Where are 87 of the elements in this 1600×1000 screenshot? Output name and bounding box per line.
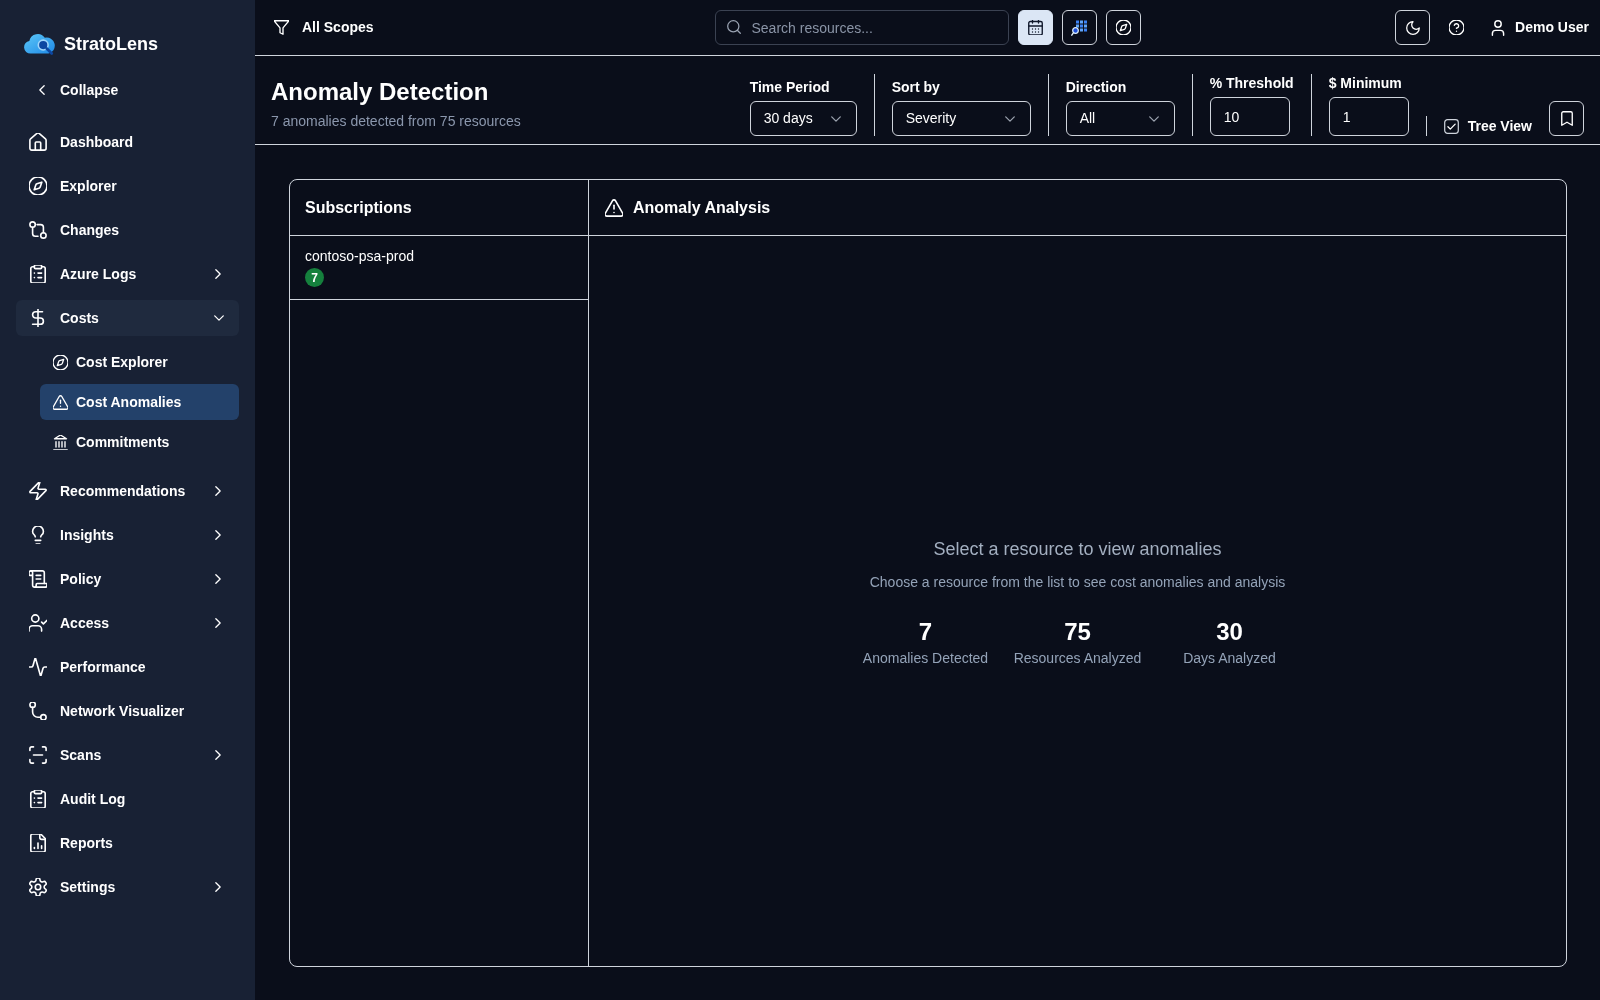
sidebar-item[interactable]: Settings (16, 869, 239, 905)
sidebar-item[interactable]: Changes (16, 212, 239, 248)
user-check-icon (29, 614, 47, 632)
scan-icon (29, 746, 47, 764)
field-label: % Threshold (1209, 74, 1294, 93)
grid-search-icon (1071, 19, 1087, 36)
sidebar-subitem[interactable]: Commitments (40, 424, 239, 460)
compass-icon (29, 177, 47, 195)
lightning-icon (29, 482, 47, 500)
chevron-down-icon (1004, 115, 1015, 122)
field-label: Sort by (891, 78, 941, 97)
subscription-item[interactable]: contoso-psa-prod 7 (290, 236, 588, 300)
stat-label: Days Analyzed (1183, 648, 1276, 668)
sidebar-item[interactable]: Insights (16, 517, 239, 553)
sidebar-item[interactable]: Performance (16, 649, 239, 685)
collapse-button[interactable]: Collapse (16, 72, 131, 108)
warning-icon (53, 394, 68, 410)
dropdown[interactable]: All (1065, 101, 1175, 136)
house-icon (29, 133, 47, 151)
settings-icon (29, 878, 47, 896)
user-menu-button[interactable]: Demo User (1479, 9, 1600, 46)
page-subtitle: 7 anomalies detected from 75 resources (271, 112, 521, 131)
chevron-down-icon (1148, 115, 1159, 122)
page-title: Anomaly Detection (271, 77, 490, 107)
scroll-icon (29, 570, 47, 588)
bank-icon (53, 434, 68, 450)
sidebar-subitem[interactable]: Cost Explorer (40, 344, 239, 380)
brand-name: StratoLens (64, 32, 159, 56)
chevron-down-icon (830, 115, 841, 122)
stat-label: Resources Analyzed (1013, 648, 1142, 668)
clipboard-icon (29, 265, 47, 283)
sidebar-item[interactable]: Explorer (16, 168, 239, 204)
chevron-left-icon (39, 85, 45, 95)
sidebar-item[interactable]: Network Visualizer (16, 693, 239, 729)
dollar-icon (29, 309, 47, 327)
help-icon (1449, 20, 1465, 35)
stat-value: 7 (918, 616, 933, 647)
stat-label: Anomalies Detected (862, 648, 989, 668)
filter-icon (274, 20, 289, 35)
dropdown[interactable]: Severity (891, 101, 1031, 136)
lightbulb-icon (29, 526, 47, 544)
sidebar-item[interactable]: Access (16, 605, 239, 641)
sidebar-item[interactable]: Costs (16, 300, 239, 336)
cloud-logo-icon (24, 32, 56, 56)
checkbox-label[interactable]: Tree View (1467, 115, 1532, 137)
theme-toggle-button[interactable] (1395, 10, 1431, 45)
sidebar-item[interactable]: Dashboard (16, 124, 239, 160)
user-icon (1491, 19, 1506, 36)
chart-file-icon (29, 834, 47, 852)
sidebar-item[interactable]: Audit Log (16, 781, 239, 817)
scope-button[interactable]: All Scopes (270, 9, 378, 46)
calendar-icon (1027, 20, 1043, 35)
view-button[interactable] (1061, 10, 1097, 45)
pulse-icon (29, 658, 47, 676)
panel-title: Anomaly Analysis (633, 197, 771, 218)
stat-value: 30 (1216, 616, 1243, 647)
field-label: $ Minimum (1328, 74, 1403, 93)
empty-state-title: Select a resource to view anomalies (933, 537, 1222, 561)
bookmark-button[interactable] (1549, 101, 1584, 136)
panel-title: Subscriptions (305, 197, 412, 218)
search-field[interactable]: Search resources... (714, 10, 1009, 45)
sidebar-item[interactable]: Reports (16, 825, 239, 861)
sidebar-item[interactable]: Policy (16, 561, 239, 597)
sidebar-item[interactable]: Azure Logs (16, 256, 239, 292)
field-label: Direction (1065, 78, 1128, 97)
clipboard-icon (29, 790, 47, 808)
branch-icon (29, 221, 47, 239)
sidebar-item[interactable]: Scans (16, 737, 239, 773)
compass-icon (53, 354, 68, 370)
view-button[interactable] (1017, 10, 1053, 45)
sidebar-subitem[interactable]: Cost Anomalies (40, 384, 239, 420)
warning-icon (605, 198, 623, 217)
route-icon (29, 702, 47, 720)
count-badge: 7 (305, 268, 324, 287)
sidebar-item[interactable]: Recommendations (16, 473, 239, 509)
bookmark-icon (1560, 111, 1573, 126)
moon-icon (1405, 20, 1420, 35)
stat-value: 75 (1064, 616, 1091, 647)
search-icon (726, 20, 741, 34)
compass-icon (1115, 20, 1131, 35)
view-button[interactable] (1105, 10, 1141, 45)
checkbox[interactable] (1443, 118, 1459, 134)
field-label: Time Period (749, 78, 831, 97)
empty-state-text: Choose a resource from the list to see cost anomalies and analysis (869, 572, 1286, 592)
input-field[interactable]: 1 (1328, 97, 1409, 136)
dropdown[interactable]: 30 days (749, 101, 857, 136)
input-field[interactable]: 10 (1209, 97, 1290, 136)
